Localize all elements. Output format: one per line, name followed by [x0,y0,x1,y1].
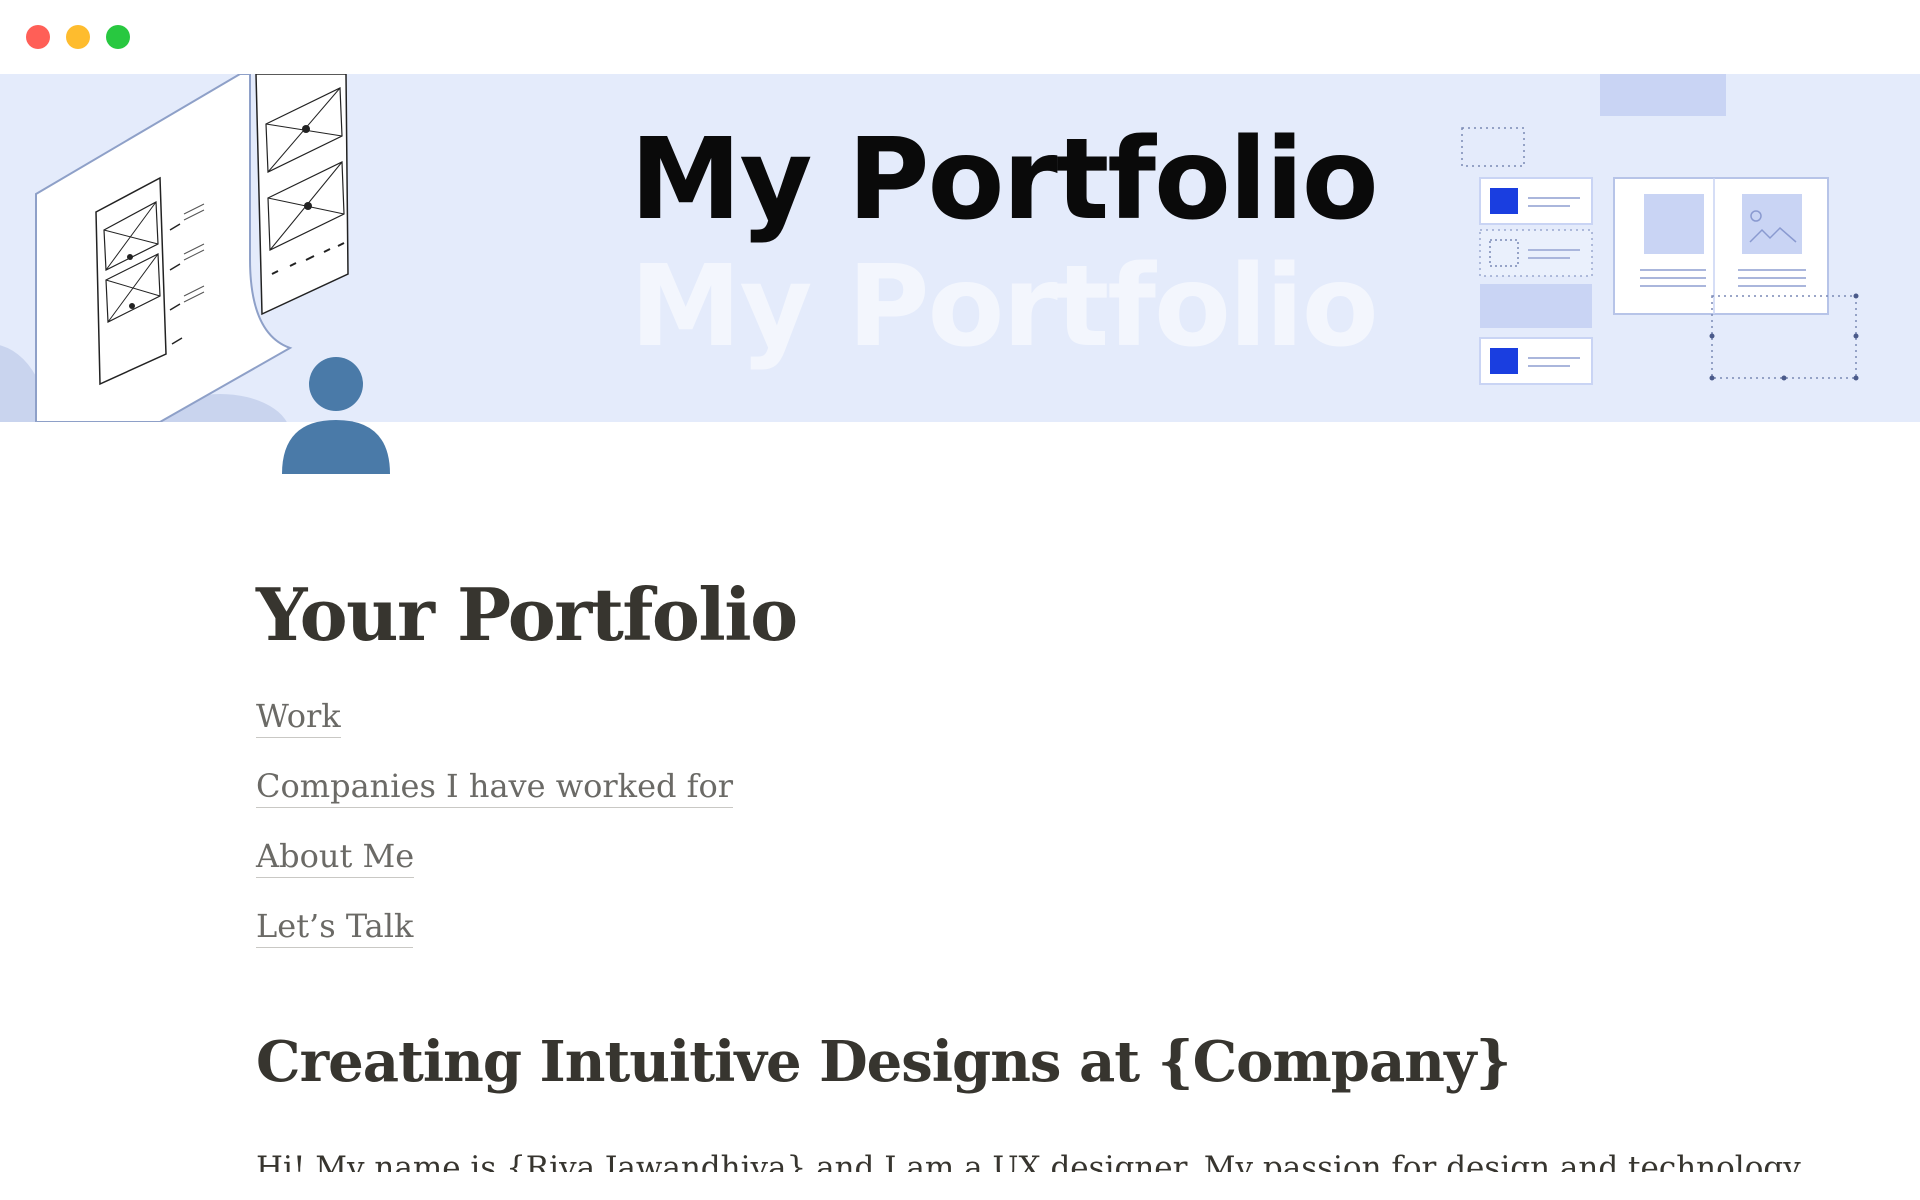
link-lets-talk[interactable]: Let’s Talk [256,906,1676,948]
link-companies[interactable]: Companies I have worked for [256,766,1676,808]
page-link-list: Work Companies I have worked for About M… [256,696,1676,948]
link-companies-label: Companies I have worked for [256,767,734,808]
link-lets-talk-label: Let’s Talk [256,907,414,948]
link-work[interactable]: Work [256,696,1676,738]
cover-title-reflection: My Portfolio [630,242,1379,372]
intro-text: Hi! My name is {Riya Jawandhiya} and I a… [256,1150,1801,1172]
window-titlebar [0,0,1920,74]
cover-title: My Portfolio [630,115,1379,245]
intro-text-clip: Hi! My name is {Riya Jawandhiya} and I a… [0,1148,1920,1172]
page-title: Your Portfolio [256,572,798,657]
link-about-me[interactable]: About Me [256,836,1676,878]
layout-illustration [1461,74,1859,385]
window-minimize-button[interactable] [66,25,90,49]
link-work-label: Work [256,697,341,738]
page-content: Your Portfolio Work Companies I have wor… [256,560,1676,1102]
link-about-me-label: About Me [256,837,415,878]
window-close-button[interactable] [26,25,50,49]
person-icon[interactable] [278,354,394,474]
section-heading: Creating Intuitive Designs at {Company} [256,1029,1512,1095]
window-maximize-button[interactable] [106,25,130,49]
